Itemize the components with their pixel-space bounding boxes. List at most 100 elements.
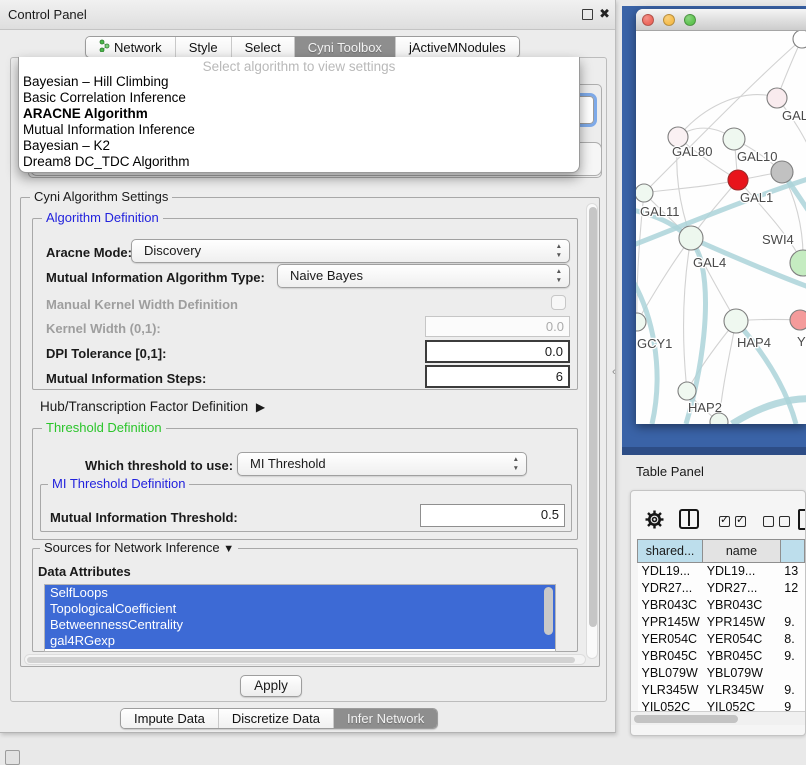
algorithm-option[interactable]: Bayesian – K2 bbox=[19, 138, 579, 154]
table-cell[interactable]: YPR145W bbox=[703, 614, 781, 631]
network-canvas[interactable]: GALGAL80GAL10GAL11GAL4HAP4GCY1HAP2GAL1SW… bbox=[636, 31, 806, 424]
settings-horizontal-scrollbar[interactable] bbox=[24, 654, 586, 665]
table-cell[interactable]: YBR043C bbox=[638, 597, 703, 614]
table-cell[interactable]: YDR27... bbox=[703, 580, 781, 597]
attributes-scrollbar-thumb[interactable] bbox=[544, 587, 553, 635]
tab-infer-network[interactable]: Infer Network bbox=[334, 709, 437, 728]
settings-vertical-scrollbar[interactable] bbox=[586, 203, 598, 659]
network-node[interactable] bbox=[790, 250, 806, 276]
algorithm-option[interactable]: Bayesian – Hill Climbing bbox=[19, 74, 579, 90]
network-node-hap4[interactable] bbox=[724, 309, 748, 333]
column-header[interactable] bbox=[780, 540, 804, 563]
settings-scrollbar-thumb[interactable] bbox=[589, 207, 597, 627]
mi-algorithm-type-select[interactable]: Naive Bayes ▲▼ bbox=[277, 264, 570, 288]
table-horizontal-scrollbar[interactable] bbox=[631, 711, 805, 725]
tab-cyni-toolbox[interactable]: Cyni Toolbox bbox=[295, 37, 396, 57]
attribute-item[interactable]: SelfLoops bbox=[45, 585, 555, 601]
column-header-name[interactable]: name bbox=[703, 540, 781, 563]
table-cell[interactable]: YBL079W bbox=[703, 665, 781, 682]
tab-style[interactable]: Style bbox=[176, 37, 232, 57]
table-cell[interactable] bbox=[780, 665, 804, 682]
table-cell[interactable]: YBR045C bbox=[703, 648, 781, 665]
table-row[interactable]: YBR043CYBR043C bbox=[638, 597, 805, 614]
deselect-all-icon[interactable] bbox=[763, 516, 774, 527]
tab-discretize-data[interactable]: Discretize Data bbox=[219, 709, 334, 728]
table-cell[interactable]: 9. bbox=[780, 682, 804, 699]
sources-group-title[interactable]: Sources for Network Inference ▼ bbox=[40, 541, 238, 556]
tab-select[interactable]: Select bbox=[232, 37, 295, 57]
mi-threshold-field[interactable]: 0.5 bbox=[420, 504, 565, 527]
table-cell[interactable]: YBR045C bbox=[638, 648, 703, 665]
table-row[interactable]: YBL079WYBL079W bbox=[638, 665, 805, 682]
select-all-icon[interactable]: ✓ bbox=[735, 516, 746, 527]
table-cell[interactable]: 8. bbox=[780, 631, 804, 648]
table-row[interactable]: YDR27...YDR27...12 bbox=[638, 580, 805, 597]
network-node-gal10[interactable] bbox=[723, 128, 745, 150]
table-cell[interactable]: YBL079W bbox=[638, 665, 703, 682]
network-window[interactable]: GALGAL80GAL10GAL11GAL4HAP4GCY1HAP2GAL1SW… bbox=[636, 9, 806, 424]
attribute-item[interactable]: TopologicalCoefficient bbox=[45, 601, 555, 617]
table-hscrollbar-thumb[interactable] bbox=[634, 715, 738, 723]
table-cell[interactable]: YBR043C bbox=[703, 597, 781, 614]
network-node-gal11[interactable] bbox=[636, 184, 653, 202]
table-row[interactable]: YBR045CYBR045C9. bbox=[638, 648, 805, 665]
deselect-all-icon[interactable] bbox=[779, 516, 790, 527]
table-cell[interactable]: YDR27... bbox=[638, 580, 703, 597]
table-cell[interactable]: YDL19... bbox=[638, 563, 703, 580]
import-table-icon[interactable] bbox=[798, 509, 806, 530]
table-cell[interactable] bbox=[780, 597, 804, 614]
attribute-item[interactable]: BetweennessCentrality bbox=[45, 617, 555, 633]
algorithm-option[interactable]: ARACNE Algorithm bbox=[19, 106, 579, 122]
float-window-icon[interactable] bbox=[582, 9, 593, 20]
network-node[interactable] bbox=[771, 161, 793, 183]
split-pane-collapse-icon[interactable]: ‹ bbox=[612, 366, 616, 378]
table-cell[interactable]: YER054C bbox=[638, 631, 703, 648]
aracne-mode-select[interactable]: Discovery ▲▼ bbox=[131, 239, 570, 263]
tab-label: Network bbox=[114, 40, 162, 55]
mi-steps-field[interactable]: 6 bbox=[425, 365, 570, 388]
window-grip-icon[interactable] bbox=[5, 750, 20, 765]
tab-impute-data[interactable]: Impute Data bbox=[121, 709, 219, 728]
table-cell[interactable]: YLR345W bbox=[703, 682, 781, 699]
table-cell[interactable]: 12 bbox=[780, 580, 804, 597]
manual-kernel-checkbox[interactable] bbox=[551, 295, 566, 310]
table-cell[interactable]: YLR345W bbox=[638, 682, 703, 699]
column-header-shared[interactable]: shared... bbox=[638, 540, 703, 563]
network-node-gcy1[interactable] bbox=[636, 313, 646, 331]
table-cell[interactable]: 13 bbox=[780, 563, 804, 580]
table-cell[interactable]: 9. bbox=[780, 648, 804, 665]
mac-minimize-icon[interactable] bbox=[663, 14, 675, 26]
network-node-gal4[interactable] bbox=[679, 226, 703, 250]
dpi-tolerance-field[interactable]: 0.0 bbox=[425, 340, 570, 363]
network-node-hap2[interactable] bbox=[678, 382, 696, 400]
table-cell[interactable]: 9. bbox=[780, 614, 804, 631]
mac-zoom-icon[interactable] bbox=[684, 14, 696, 26]
data-attributes-list[interactable]: SelfLoopsTopologicalCoefficientBetweenne… bbox=[44, 584, 556, 652]
kernel-width-field[interactable]: 0.0 bbox=[425, 316, 570, 337]
mac-close-icon[interactable] bbox=[642, 14, 654, 26]
network-node[interactable] bbox=[790, 310, 806, 330]
settings-gear-icon[interactable] bbox=[645, 510, 664, 529]
algorithm-option[interactable]: Basic Correlation Inference bbox=[19, 90, 579, 106]
table-cell[interactable]: YER054C bbox=[703, 631, 781, 648]
attribute-item[interactable]: gal4RGexp bbox=[45, 633, 555, 649]
table-cell[interactable]: YDL19... bbox=[703, 563, 781, 580]
table-cell[interactable]: YPR145W bbox=[638, 614, 703, 631]
close-icon[interactable]: ✖ bbox=[599, 6, 610, 22]
algorithm-option[interactable]: Mutual Information Inference bbox=[19, 122, 579, 138]
split-columns-icon[interactable] bbox=[679, 509, 699, 529]
apply-button[interactable]: Apply bbox=[240, 675, 302, 697]
table-row[interactable]: YLR345WYLR345W9. bbox=[638, 682, 805, 699]
select-all-icon[interactable]: ✓ bbox=[719, 516, 730, 527]
table-row[interactable]: YPR145WYPR145W9. bbox=[638, 614, 805, 631]
hub-definition-expander[interactable]: Hub/Transcription Factor Definition ▶ bbox=[40, 399, 261, 414]
which-threshold-select[interactable]: MI Threshold ▲▼ bbox=[237, 452, 527, 476]
table-row[interactable]: YDL19...YDL19...13 bbox=[638, 563, 805, 580]
tab-network[interactable]: Network bbox=[86, 37, 176, 57]
settings-hscrollbar-thumb[interactable] bbox=[27, 657, 575, 663]
network-node[interactable] bbox=[728, 170, 748, 190]
tab-jactivemnodules[interactable]: jActiveMNodules bbox=[396, 37, 519, 57]
table-row[interactable]: YER054CYER054C8. bbox=[638, 631, 805, 648]
network-node-gal[interactable] bbox=[767, 88, 787, 108]
algorithm-option[interactable]: Dream8 DC_TDC Algorithm bbox=[19, 154, 579, 170]
